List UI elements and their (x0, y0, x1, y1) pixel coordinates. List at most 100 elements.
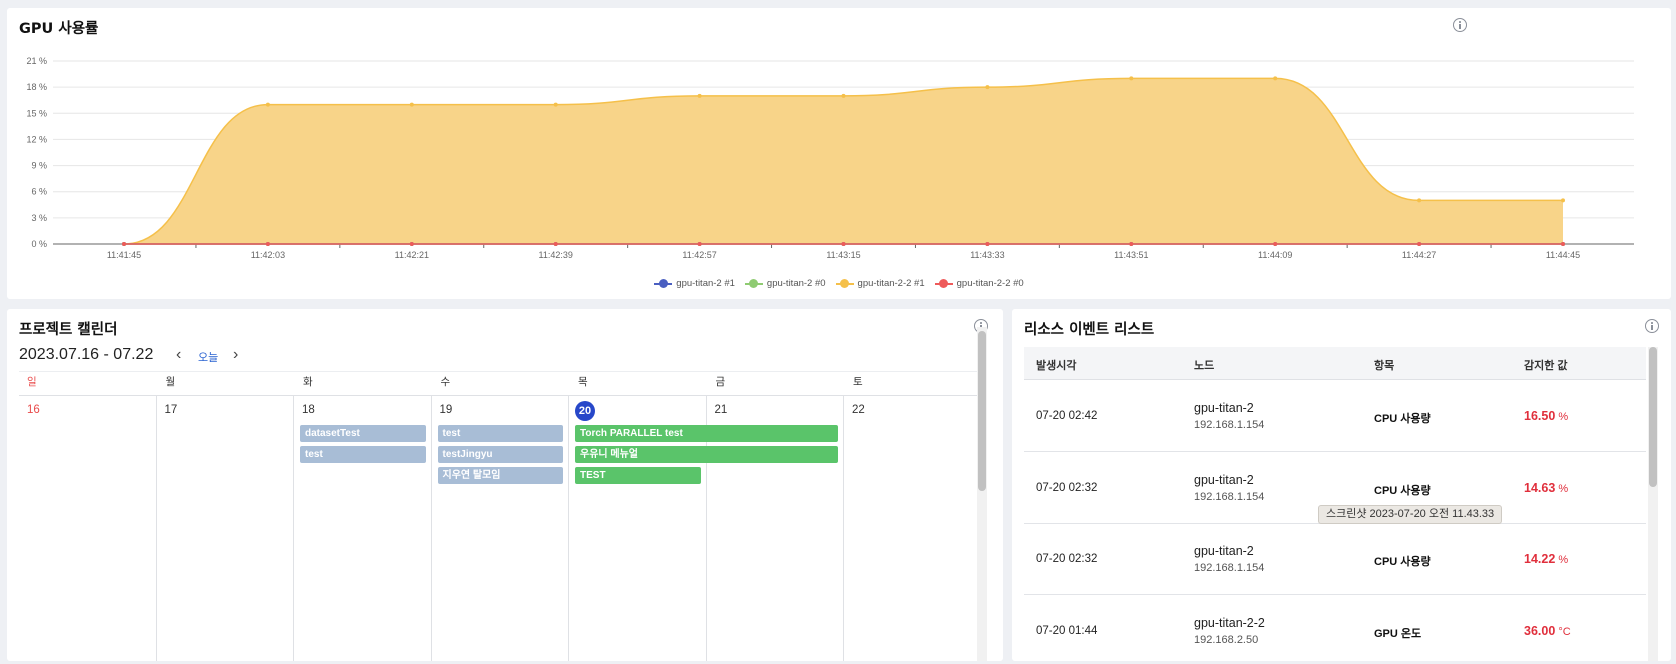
event-node-ip: 192.168.1.154 (1194, 562, 1265, 574)
event-value-unit: % (1555, 482, 1569, 495)
data-point[interactable] (985, 242, 990, 246)
event-value: 16.50 % (1524, 409, 1568, 423)
resource-events-panel: 리소스 이벤트 리스트 발생시각 노드 항목 감지한 값 07-20 02:42… (1012, 309, 1671, 661)
event-item: CPU 사용량 (1374, 556, 1431, 568)
data-point[interactable] (409, 102, 414, 107)
event-value: 14.63 % (1524, 481, 1568, 495)
chart-legend: gpu-titan-2 #1 gpu-titan-2 #0 gpu-titan-2-… (7, 278, 1671, 289)
weekday-header: 월 (165, 376, 176, 388)
data-point[interactable] (1417, 198, 1422, 203)
y-tick-label: 15 % (26, 108, 47, 118)
events-panel-title: 리소스 이벤트 리스트 (1024, 322, 1155, 338)
event-item: GPU 온도 (1374, 627, 1422, 640)
legend-item[interactable]: gpu-titan-2 #0 (744, 278, 826, 289)
table-row[interactable]: 07-20 02:32 gpu-titan-2 192.168.1.154 CPU 사… (1024, 524, 1646, 595)
calendar-event[interactable]: test (300, 446, 426, 463)
day-number[interactable]: 17 (165, 404, 178, 416)
data-point[interactable] (409, 242, 414, 246)
data-point[interactable] (985, 85, 990, 90)
x-tick-label: 11:43:15 (826, 250, 860, 260)
data-point[interactable] (1273, 242, 1278, 246)
calendar-event[interactable]: test (437, 425, 563, 442)
data-point[interactable] (553, 242, 558, 246)
y-tick-label: 18 % (26, 82, 47, 92)
calendar-event[interactable]: Torch PARALLEL test (575, 425, 838, 442)
data-point[interactable] (841, 93, 846, 98)
y-tick-label: 9 % (31, 161, 47, 171)
x-tick-label: 11:41:45 (107, 250, 141, 260)
legend-label: gpu-titan-2 #0 (766, 278, 826, 289)
day-number[interactable]: 22 (852, 404, 865, 416)
calendar-event[interactable]: datasetTest (300, 425, 426, 442)
weekday-header: 목 (578, 376, 588, 388)
data-point[interactable] (553, 102, 558, 107)
event-item: CPU 사용량 (1374, 413, 1431, 425)
weekday-header: 수 (440, 376, 451, 388)
events-scrollbar[interactable] (1648, 347, 1658, 661)
x-tick-label: 11:42:39 (539, 250, 573, 260)
chevron-right-icon[interactable]: › (233, 346, 238, 364)
legend-marker-icon (654, 279, 673, 289)
data-point[interactable] (1417, 242, 1422, 246)
event-value-number: 16.50 (1524, 409, 1556, 423)
calendar-date-range: 2023.07.16 - 07.22 (19, 346, 154, 363)
day-column-divider (293, 396, 294, 661)
data-point[interactable] (1273, 76, 1278, 81)
calendar-header-divider (19, 395, 982, 396)
event-value: 36.00 °C (1524, 624, 1571, 638)
event-node-name: gpu-titan-2-2 (1194, 615, 1265, 630)
screenshot-tooltip: 스크린샷 2023-07-20 오전 11.43.33 (1318, 505, 1503, 524)
event-node-name: gpu-titan-2 (1194, 544, 1254, 558)
data-point[interactable] (1561, 198, 1565, 203)
events-scrollbar-thumb[interactable] (1649, 347, 1657, 487)
data-point[interactable] (265, 242, 270, 246)
data-point[interactable] (697, 93, 702, 98)
column-header-node[interactable]: 노드 (1194, 357, 1214, 373)
data-point[interactable] (697, 242, 702, 246)
legend-item[interactable]: gpu-titan-2-2 #1 (835, 278, 925, 289)
table-row[interactable]: 07-20 01:44 gpu-titan-2-2 192.168.2.50 GPU … (1024, 596, 1646, 662)
data-point[interactable] (265, 102, 270, 107)
day-number[interactable]: 18 (302, 404, 315, 416)
x-tick-label: 11:42:57 (682, 250, 716, 260)
data-point[interactable] (1129, 242, 1134, 246)
calendar-scrollbar-thumb[interactable] (978, 331, 986, 491)
day-column-divider (155, 396, 157, 661)
calendar-event[interactable]: TEST (575, 467, 701, 484)
event-time: 07-20 02:32 (1036, 481, 1098, 494)
day-column-divider (568, 396, 569, 661)
calendar-event[interactable]: testJingyu (437, 446, 563, 463)
column-header-value[interactable]: 감지한 값 (1524, 357, 1568, 373)
event-time: 07-20 02:42 (1036, 410, 1098, 422)
column-header-time[interactable]: 발생시각 (1036, 357, 1076, 373)
legend-marker-icon (744, 279, 763, 289)
today-button[interactable]: 오늘 (198, 349, 218, 365)
legend-item[interactable]: gpu-titan-2-2 #0 (934, 278, 1024, 289)
legend-label: gpu-titan-2 #1 (676, 278, 735, 289)
info-icon[interactable] (1645, 319, 1659, 333)
table-row[interactable]: 07-20 02:42 gpu-titan-2 192.168.1.154 CPU 사… (1024, 381, 1646, 452)
event-node-ip: 192.168.1.154 (1194, 419, 1265, 431)
legend-item[interactable]: gpu-titan-2 #1 (654, 278, 735, 289)
events-table-header: 발생시각 노드 항목 감지한 값 (1024, 347, 1646, 380)
legend-label: gpu-titan-2-2 #1 (857, 278, 925, 289)
calendar-event[interactable]: 우유니 메뉴얼 (575, 446, 838, 463)
day-number[interactable]: 16 (27, 404, 40, 416)
data-point[interactable] (1129, 76, 1134, 81)
data-point[interactable] (122, 242, 126, 246)
x-tick-label: 11:42:03 (251, 250, 285, 260)
column-header-item[interactable]: 항목 (1374, 357, 1394, 373)
data-point[interactable] (1561, 242, 1565, 246)
calendar-scrollbar[interactable] (977, 327, 987, 661)
calendar-event[interactable]: 지우연 탈모임 (437, 467, 563, 484)
today-date-badge[interactable]: 20 (575, 401, 595, 421)
chevron-left-icon[interactable]: ‹ (176, 346, 181, 364)
data-point[interactable] (841, 242, 846, 246)
event-value-unit: % (1555, 554, 1569, 566)
day-number[interactable]: 19 (440, 404, 453, 416)
day-number[interactable]: 21 (715, 404, 728, 416)
event-item: CPU 사용량 (1374, 484, 1431, 497)
y-tick-label: 21 % (26, 56, 47, 66)
legend-marker-icon (934, 279, 953, 289)
event-value-number: 14.63 (1524, 480, 1556, 495)
